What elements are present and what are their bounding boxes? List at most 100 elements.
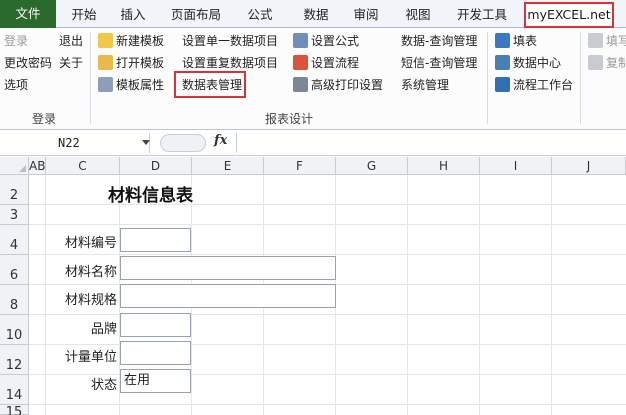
unit-cell[interactable] bbox=[120, 341, 191, 365]
material-spec-cell[interactable] bbox=[120, 284, 336, 308]
row-header[interactable]: 10 bbox=[0, 315, 29, 345]
advanced-print-button[interactable]: 高级打印设置 bbox=[293, 77, 383, 93]
copy-button[interactable]: 复制 bbox=[588, 55, 626, 71]
material-name-cell[interactable] bbox=[120, 256, 336, 280]
open-template-label: 打开模板 bbox=[116, 56, 165, 70]
copy-icon bbox=[588, 55, 603, 70]
chevron-down-icon[interactable] bbox=[142, 140, 150, 145]
tab-page-layout[interactable]: 页面布局 bbox=[164, 4, 228, 26]
tab-home[interactable]: 开始 bbox=[64, 4, 104, 26]
field-label-brand: 品牌 bbox=[90, 322, 117, 337]
data-center-label: 数据中心 bbox=[513, 56, 562, 70]
sheet-form-title: 材料信息表 bbox=[108, 186, 193, 206]
ribbon: 登录 退出 更改密码 关于 选项 登录 新建模板 打开模板 模板属性 设置单一数… bbox=[0, 28, 626, 130]
sms-query-manage-button[interactable]: 短信-查询管理 bbox=[401, 55, 477, 71]
workflow-desk-label: 流程工作台 bbox=[513, 78, 574, 92]
new-template-icon bbox=[98, 33, 113, 48]
tab-file[interactable]: 文件 bbox=[0, 0, 56, 28]
datatable-manage-highlight bbox=[174, 71, 246, 98]
template-properties-label: 模板属性 bbox=[116, 78, 165, 92]
set-formula-button[interactable]: 设置公式 bbox=[293, 33, 359, 49]
workflow-desk-button[interactable]: 流程工作台 bbox=[495, 77, 573, 93]
column-header[interactable]: F bbox=[264, 157, 336, 175]
data-center-button[interactable]: 数据中心 bbox=[495, 55, 561, 71]
ribbon-tab-bar: 文件 开始 插入 页面布局 公式 数据 审阅 视图 开发工具 myEXCEL.n… bbox=[0, 0, 626, 28]
set-flow-label: 设置流程 bbox=[311, 56, 360, 70]
formula-bar-handle[interactable] bbox=[160, 134, 206, 152]
tab-view[interactable]: 视图 bbox=[398, 4, 438, 26]
flow-icon bbox=[293, 55, 308, 70]
formula-input[interactable] bbox=[236, 133, 626, 153]
fill-write-label: 填写 bbox=[606, 34, 626, 48]
system-manage-button[interactable]: 系统管理 bbox=[401, 77, 449, 93]
group-separator bbox=[580, 32, 581, 124]
gridline bbox=[551, 175, 552, 415]
field-label-status: 状态 bbox=[90, 378, 117, 393]
group-label-report-design: 报表设计 bbox=[265, 112, 314, 126]
set-formula-label: 设置公式 bbox=[311, 34, 360, 48]
group-separator bbox=[487, 32, 488, 124]
group-label-login: 登录 bbox=[32, 112, 57, 126]
field-label-material-code: 材料编号 bbox=[64, 236, 117, 251]
select-all-corner[interactable] bbox=[0, 157, 29, 175]
column-header[interactable]: D bbox=[120, 157, 192, 175]
tab-developer[interactable]: 开发工具 bbox=[450, 4, 514, 26]
row-header[interactable]: 6 bbox=[0, 255, 29, 285]
data-query-manage-button[interactable]: 数据-查询管理 bbox=[401, 33, 477, 49]
column-header[interactable]: AB bbox=[29, 157, 46, 175]
brand-cell[interactable] bbox=[120, 313, 191, 337]
data-center-icon bbox=[495, 55, 510, 70]
formula-icon bbox=[293, 33, 308, 48]
row-header[interactable]: 12 bbox=[0, 345, 29, 375]
column-header[interactable]: H bbox=[408, 157, 480, 175]
row-header[interactable]: 3 bbox=[0, 205, 29, 225]
row-header[interactable]: 2 bbox=[0, 175, 29, 205]
insert-function-icon[interactable]: fx bbox=[214, 133, 227, 148]
column-header[interactable]: J bbox=[552, 157, 626, 175]
formula-bar: N22 fx bbox=[0, 131, 626, 156]
set-single-data-item-button[interactable]: 设置单一数据项目 bbox=[182, 33, 278, 49]
status-cell[interactable]: 在用 bbox=[120, 369, 191, 393]
field-label-unit: 计量单位 bbox=[64, 350, 117, 365]
template-properties-button[interactable]: 模板属性 bbox=[98, 77, 164, 93]
copy-label: 复制 bbox=[606, 56, 626, 70]
about-button[interactable]: 关于 bbox=[59, 55, 83, 71]
row-header[interactable]: 8 bbox=[0, 285, 29, 315]
change-password-button[interactable]: 更改密码 bbox=[4, 55, 52, 71]
tab-formulas[interactable]: 公式 bbox=[240, 4, 280, 26]
tab-data[interactable]: 数据 bbox=[296, 4, 336, 26]
advanced-print-label: 高级打印设置 bbox=[311, 78, 384, 92]
group-separator bbox=[90, 32, 91, 124]
new-template-button[interactable]: 新建模板 bbox=[98, 33, 164, 49]
tab-review[interactable]: 审阅 bbox=[346, 4, 386, 26]
column-header[interactable]: E bbox=[192, 157, 264, 175]
fill-form-label: 填表 bbox=[513, 34, 538, 48]
folder-icon bbox=[98, 55, 113, 70]
column-header[interactable]: G bbox=[336, 157, 408, 175]
name-box[interactable]: N22 bbox=[0, 133, 150, 153]
set-repeat-data-item-button[interactable]: 设置重复数据项目 bbox=[182, 55, 278, 71]
gridline bbox=[407, 175, 408, 415]
column-header[interactable]: I bbox=[480, 157, 552, 175]
row-header[interactable]: 15 bbox=[0, 405, 29, 415]
login-button[interactable]: 登录 bbox=[4, 33, 28, 49]
open-template-button[interactable]: 打开模板 bbox=[98, 55, 164, 71]
tab-myexcel[interactable]: myEXCEL.net bbox=[524, 2, 614, 28]
row-header[interactable]: 4 bbox=[0, 225, 29, 255]
fill-form-icon bbox=[495, 33, 510, 48]
gridline bbox=[479, 175, 480, 415]
material-code-cell[interactable] bbox=[120, 228, 191, 252]
fill-write-button[interactable]: 填写 bbox=[588, 33, 626, 49]
tools-icon bbox=[98, 77, 113, 92]
tab-insert[interactable]: 插入 bbox=[113, 4, 153, 26]
set-flow-button[interactable]: 设置流程 bbox=[293, 55, 359, 71]
fill-form-button[interactable]: 填表 bbox=[495, 33, 537, 49]
fill-write-icon bbox=[588, 33, 603, 48]
workflow-icon bbox=[495, 77, 510, 92]
options-button[interactable]: 选项 bbox=[4, 77, 28, 93]
logout-button[interactable]: 退出 bbox=[59, 33, 83, 49]
field-label-material-spec: 材料规格 bbox=[64, 293, 117, 308]
column-header[interactable]: C bbox=[46, 157, 120, 175]
row-header[interactable]: 14 bbox=[0, 375, 29, 405]
printer-icon bbox=[293, 77, 308, 92]
